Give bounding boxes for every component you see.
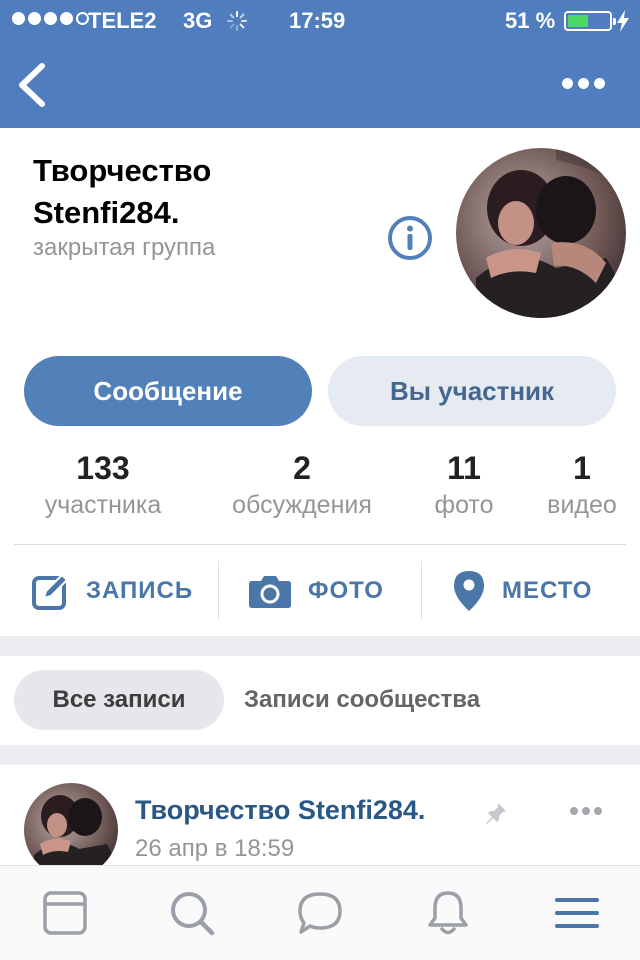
bell-icon[interactable] xyxy=(423,888,473,938)
quick-actions: ЗАПИСЬ ФОТО МЕСТО xyxy=(0,545,640,636)
status-bar: TELE2 3G 17:59 51 % xyxy=(0,0,640,40)
signal-strength-icon xyxy=(12,12,89,25)
counter-value: 1 xyxy=(573,450,591,486)
group-avatar[interactable] xyxy=(456,148,626,318)
add-photo-label: ФОТО xyxy=(308,576,384,604)
post-author-avatar[interactable] xyxy=(24,783,118,865)
post-author-name[interactable]: Творчество Stenfi284. xyxy=(135,795,425,826)
charging-bolt-icon xyxy=(617,10,629,32)
battery-icon xyxy=(564,11,616,31)
message-button[interactable]: Сообщение xyxy=(24,356,312,426)
counter-value: 133 xyxy=(76,450,130,486)
back-button[interactable] xyxy=(14,62,50,108)
wall-filter-tabs: Все записи Записи сообщества xyxy=(0,656,640,745)
menu-icon[interactable] xyxy=(552,888,602,938)
search-icon[interactable] xyxy=(167,888,217,938)
messages-icon[interactable] xyxy=(295,888,345,938)
counter-label: видео xyxy=(547,491,617,519)
videos-counter[interactable]: 1 видео xyxy=(536,448,628,522)
carrier-name: TELE2 xyxy=(88,8,157,33)
map-pin-icon xyxy=(454,570,484,611)
post-more-button[interactable] xyxy=(570,807,602,815)
counter-label: фото xyxy=(434,491,494,519)
info-icon[interactable] xyxy=(386,214,434,262)
network-type: 3G xyxy=(183,8,213,33)
counter-value: 2 xyxy=(293,450,311,486)
add-place-button[interactable]: МЕСТО xyxy=(452,545,592,636)
activity-spinner-icon xyxy=(227,11,247,31)
counters-row: 133 участника 2 обсуждения 11 фото 1 вид… xyxy=(0,448,640,528)
counter-label: обсуждения xyxy=(232,491,372,519)
more-options-button[interactable] xyxy=(562,70,606,96)
counter-label: участника xyxy=(44,491,162,519)
group-header: Творчество Stenfi284. закрытая группа Со… xyxy=(0,128,640,636)
add-place-label: МЕСТО xyxy=(502,576,593,604)
group-title: Творчество Stenfi284. xyxy=(33,153,212,230)
tab-community-posts[interactable]: Записи сообщества xyxy=(244,686,480,714)
counter-value: 11 xyxy=(447,450,481,486)
newsfeed-icon[interactable] xyxy=(40,888,90,938)
photos-counter[interactable]: 11 фото xyxy=(424,448,504,522)
members-counter[interactable]: 133 участника xyxy=(30,448,176,522)
tab-all-posts[interactable]: Все записи xyxy=(14,670,224,730)
wall-post: Творчество Stenfi284. 26 апр в 18:59 xyxy=(0,765,640,865)
battery-percentage: 51 % xyxy=(505,8,556,33)
camera-icon xyxy=(249,575,291,608)
discussions-counter[interactable]: 2 обсуждения xyxy=(212,448,392,522)
divider xyxy=(421,561,422,619)
divider xyxy=(218,561,219,619)
post-date: 26 апр в 18:59 xyxy=(135,835,295,862)
edit-icon xyxy=(32,573,69,610)
pin-icon xyxy=(486,803,506,824)
add-photo-button[interactable]: ФОТО xyxy=(248,545,384,636)
new-post-button[interactable]: ЗАПИСЬ xyxy=(32,545,193,636)
clock: 17:59 xyxy=(289,8,346,33)
member-status-button[interactable]: Вы участник xyxy=(328,356,616,426)
bottom-tab-bar xyxy=(0,865,640,960)
top-bar: TELE2 3G 17:59 51 % xyxy=(0,0,640,128)
group-type: закрытая группа xyxy=(33,234,216,261)
new-post-label: ЗАПИСЬ xyxy=(86,576,194,604)
